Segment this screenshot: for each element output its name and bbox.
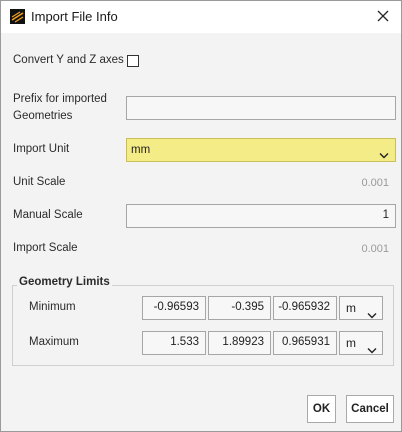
chevron-down-icon <box>367 340 377 354</box>
app-logo-icon <box>10 9 25 24</box>
import-file-info-dialog: Import File Info Convert Y and Z axes Pr… <box>0 0 402 432</box>
minimum-x-input[interactable]: -0.96593 <box>142 296 206 320</box>
convert-axes-checkbox[interactable] <box>127 55 139 67</box>
minimum-z-input[interactable]: -0.965932 <box>273 296 337 320</box>
prefix-label-line2: Geometries <box>13 110 73 122</box>
prefix-label-line1: Prefix for imported <box>13 93 107 105</box>
maximum-label: Maximum <box>29 336 79 348</box>
maximum-unit-select[interactable]: m <box>339 331 383 355</box>
dialog-title: Import File Info <box>31 9 118 24</box>
import-scale-value: 0.001 <box>361 243 389 255</box>
minimum-unit-value: m <box>346 301 356 315</box>
ok-button[interactable]: OK <box>307 395 336 423</box>
geometry-limits-title: Geometry Limits <box>17 276 112 288</box>
chevron-down-icon <box>379 146 389 159</box>
close-button[interactable] <box>371 5 395 29</box>
unit-scale-value: 0.001 <box>361 177 389 189</box>
title-bar: Import File Info <box>1 1 401 33</box>
convert-axes-label: Convert Y and Z axes <box>13 54 124 66</box>
minimum-y-input[interactable]: -0.395 <box>208 296 271 320</box>
prefix-input[interactable] <box>126 96 396 120</box>
maximum-y-input[interactable]: 1.89923 <box>208 331 271 355</box>
import-unit-select[interactable]: mm <box>126 138 396 162</box>
maximum-unit-value: m <box>346 336 356 350</box>
close-icon <box>377 10 389 25</box>
minimum-label: Minimum <box>29 301 76 313</box>
maximum-x-input[interactable]: 1.533 <box>142 331 206 355</box>
manual-scale-input[interactable]: 1 <box>126 204 396 228</box>
import-unit-label: Import Unit <box>13 143 70 155</box>
minimum-unit-select[interactable]: m <box>339 296 383 320</box>
import-scale-label: Import Scale <box>13 242 78 254</box>
chevron-down-icon <box>367 305 377 319</box>
import-unit-value: mm <box>131 144 151 156</box>
cancel-button[interactable]: Cancel <box>346 395 394 423</box>
unit-scale-label: Unit Scale <box>13 176 66 188</box>
manual-scale-label: Manual Scale <box>13 209 83 221</box>
maximum-z-input[interactable]: 0.965931 <box>273 331 337 355</box>
